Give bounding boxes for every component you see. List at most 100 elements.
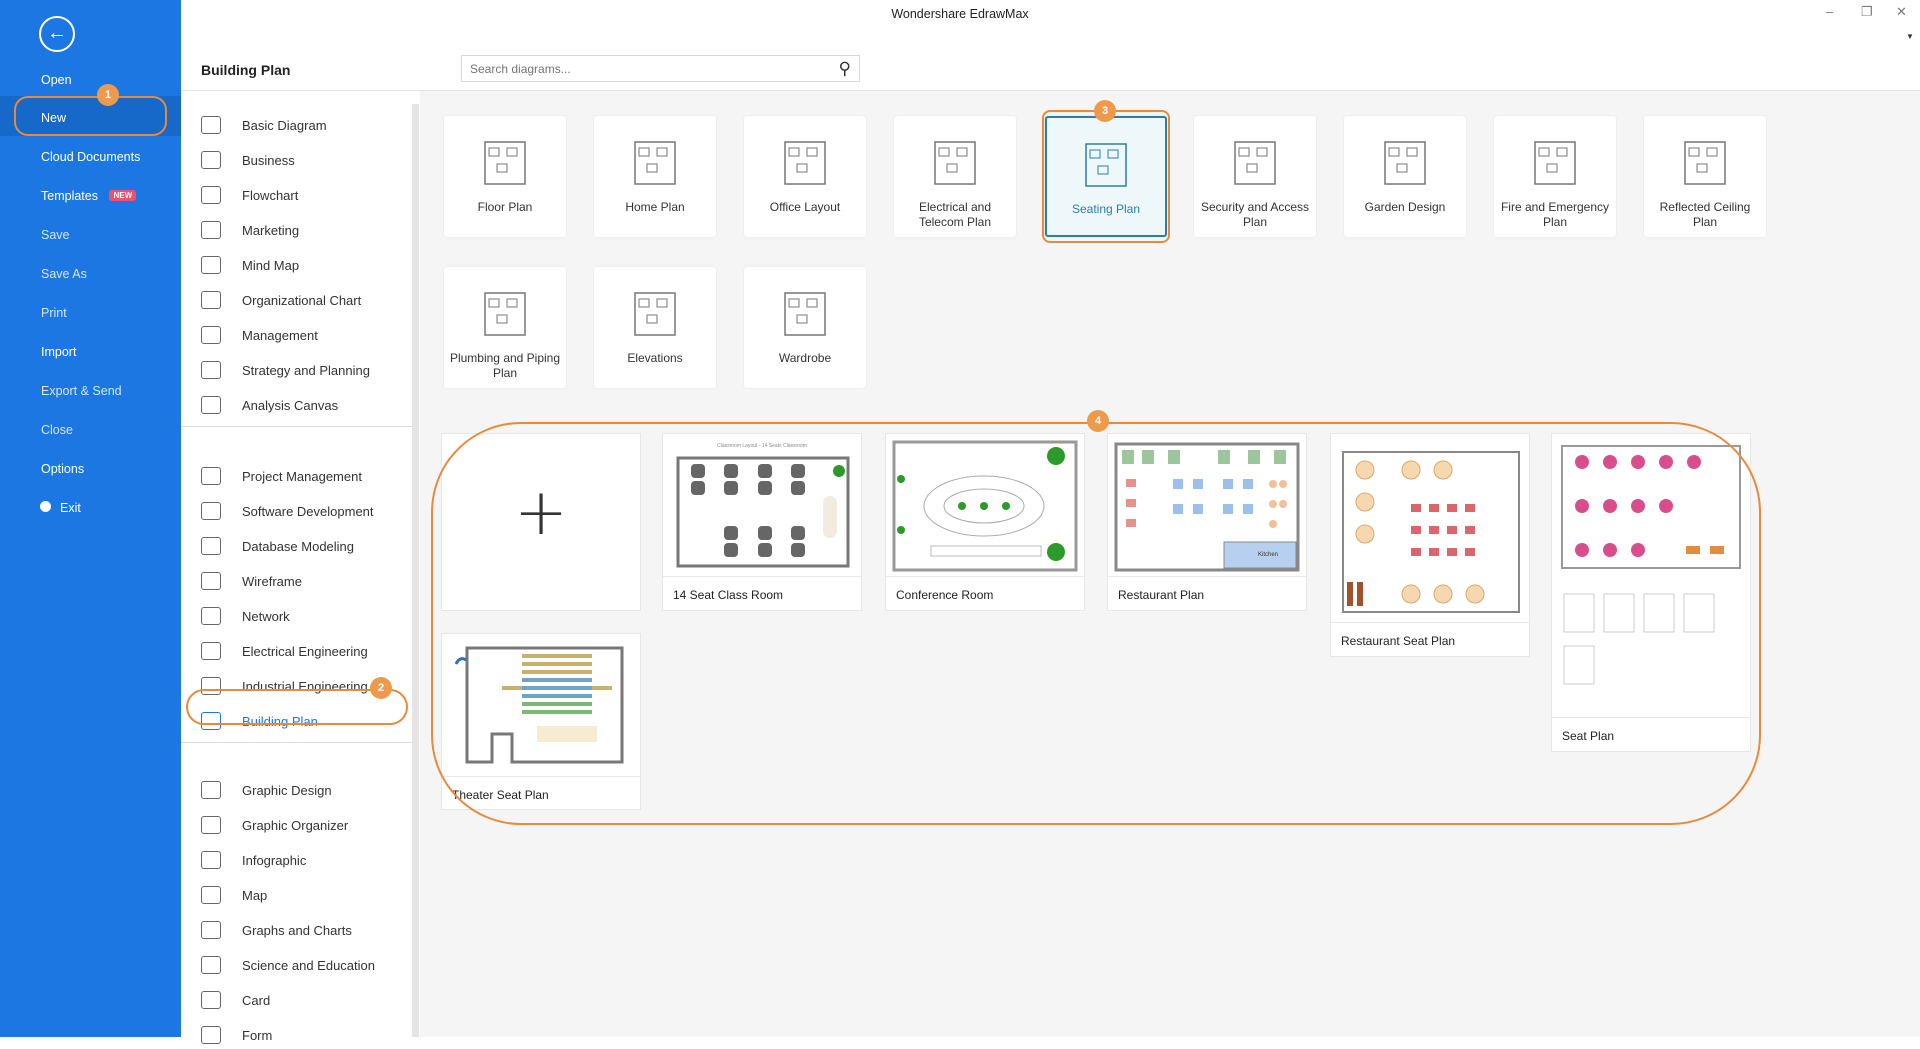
category-icon xyxy=(201,151,221,169)
category-item-marketing[interactable]: Marketing xyxy=(201,216,411,244)
diagram-type-label: Garden Design xyxy=(1364,200,1446,214)
category-item-basic-diagram[interactable]: Basic Diagram xyxy=(201,111,411,139)
diagram-type-label: Reflected Ceiling Plan xyxy=(1659,200,1751,229)
category-icon xyxy=(201,572,221,590)
search-icon[interactable]: ⚲ xyxy=(839,59,851,79)
category-label: Network xyxy=(242,608,290,624)
diagram-type-plumbing-and-piping-plan[interactable]: Plumbing and Piping Plan xyxy=(444,267,566,388)
category-icon xyxy=(201,256,221,274)
floorplan-icon xyxy=(784,141,826,185)
search-box[interactable]: ⚲ xyxy=(461,55,860,82)
category-item-business[interactable]: Business xyxy=(201,146,411,174)
diagram-type-security-and-access-plan[interactable]: Security and Access Plan xyxy=(1194,116,1316,237)
category-label: Graphs and Charts xyxy=(242,922,352,938)
nav-save-as[interactable]: Save As xyxy=(41,267,87,281)
category-label: Business xyxy=(242,152,295,168)
diagram-type-reflected-ceiling-plan[interactable]: Reflected Ceiling Plan xyxy=(1644,116,1766,237)
category-item-strategy-and-planning[interactable]: Strategy and Planning xyxy=(201,356,411,384)
category-item-database-modeling[interactable]: Database Modeling xyxy=(201,532,411,560)
close-window-button[interactable]: ✕ xyxy=(1896,4,1907,20)
category-item-infographic[interactable]: Infographic xyxy=(201,846,411,874)
panel-title: Building Plan xyxy=(201,62,291,78)
minimize-button[interactable]: – xyxy=(1826,4,1833,19)
category-icon xyxy=(201,1026,221,1044)
category-item-flowchart[interactable]: Flowchart xyxy=(201,181,411,209)
file-menu-sidebar: ← Open New 1 Cloud Documents Templates N… xyxy=(0,0,181,1037)
diagram-type-label: Office Layout xyxy=(769,200,841,214)
category-icon xyxy=(201,326,221,344)
category-item-software-development[interactable]: Software Development xyxy=(201,497,411,525)
diagram-type-office-layout[interactable]: Office Layout xyxy=(744,116,866,237)
step-4-badge: 4 xyxy=(1087,410,1109,432)
dropdown-arrow-icon[interactable]: ▼ xyxy=(1906,32,1914,41)
category-icon xyxy=(201,221,221,239)
category-icon xyxy=(201,886,221,904)
diagram-type-elevations[interactable]: Elevations xyxy=(594,267,716,388)
category-icon xyxy=(201,361,221,379)
diagram-type-label: Fire and Emergency Plan xyxy=(1500,200,1610,229)
diagram-type-label: Wardrobe xyxy=(778,351,832,365)
category-label: Graphic Organizer xyxy=(242,817,349,833)
category-item-project-management[interactable]: Project Management xyxy=(201,462,411,490)
category-icon xyxy=(201,956,221,974)
nav-options[interactable]: Options xyxy=(41,462,84,476)
nav-open[interactable]: Open xyxy=(41,73,72,87)
nav-close[interactable]: Close xyxy=(41,423,73,437)
category-item-graphs-and-charts[interactable]: Graphs and Charts xyxy=(201,916,411,944)
category-item-graphic-design[interactable]: Graphic Design xyxy=(201,776,411,804)
nav-export-send[interactable]: Export & Send xyxy=(41,384,122,398)
diagram-type-home-plan[interactable]: Home Plan xyxy=(594,116,716,237)
floorplan-icon xyxy=(1534,141,1576,185)
category-icon xyxy=(201,116,221,134)
category-item-card[interactable]: Card xyxy=(201,986,411,1014)
category-label: Analysis Canvas xyxy=(242,397,339,413)
nav-templates[interactable]: Templates NEW xyxy=(41,189,137,203)
step-1-highlight xyxy=(14,96,167,136)
category-icon xyxy=(201,851,221,869)
nav-exit[interactable]: Exit xyxy=(40,501,81,515)
category-item-management[interactable]: Management xyxy=(201,321,411,349)
search-input[interactable] xyxy=(470,61,839,76)
nav-cloud-documents[interactable]: Cloud Documents xyxy=(41,150,140,164)
nav-import[interactable]: Import xyxy=(41,345,76,359)
category-item-form[interactable]: Form xyxy=(201,1021,411,1049)
category-item-science-and-education[interactable]: Science and Education xyxy=(201,951,411,979)
restore-button[interactable]: ❐ xyxy=(1861,4,1873,20)
category-icon xyxy=(201,186,221,204)
category-label: Marketing xyxy=(242,222,300,238)
diagram-type-floor-plan[interactable]: Floor Plan xyxy=(444,116,566,237)
new-badge: NEW xyxy=(109,190,137,201)
category-item-network[interactable]: Network xyxy=(201,602,411,630)
diagram-type-electrical-and-telecom-plan[interactable]: Electrical and Telecom Plan xyxy=(894,116,1016,237)
step-2-badge: 2 xyxy=(370,677,392,699)
divider xyxy=(181,426,412,427)
diagram-type-garden-design[interactable]: Garden Design xyxy=(1344,116,1466,237)
category-item-graphic-organizer[interactable]: Graphic Organizer xyxy=(201,811,411,839)
back-button[interactable]: ← xyxy=(39,16,75,52)
category-label: Project Management xyxy=(242,468,362,484)
nav-print[interactable]: Print xyxy=(41,306,67,320)
category-item-mind-map[interactable]: Mind Map xyxy=(201,251,411,279)
floorplan-icon xyxy=(934,141,976,185)
category-item-analysis-canvas[interactable]: Analysis Canvas xyxy=(201,391,411,419)
floorplan-icon xyxy=(484,141,526,185)
category-label: Graphic Design xyxy=(242,782,332,798)
category-scrollbar[interactable] xyxy=(412,104,419,1037)
category-item-wireframe[interactable]: Wireframe xyxy=(201,567,411,595)
diagram-type-label: Electrical and Telecom Plan xyxy=(918,200,992,229)
floorplan-icon xyxy=(784,292,826,336)
category-icon xyxy=(201,502,221,520)
category-label: Electrical Engineering xyxy=(242,643,368,659)
diagram-type-fire-and-emergency-plan[interactable]: Fire and Emergency Plan xyxy=(1494,116,1616,237)
nav-save[interactable]: Save xyxy=(41,228,70,242)
diagram-type-wardrobe[interactable]: Wardrobe xyxy=(744,267,866,388)
divider xyxy=(181,742,412,743)
step-4-highlight xyxy=(431,422,1761,825)
step-3-highlight xyxy=(1042,110,1170,243)
category-item-organizational-chart[interactable]: Organizational Chart xyxy=(201,286,411,314)
category-label: Wireframe xyxy=(242,573,302,589)
category-item-electrical-engineering[interactable]: Electrical Engineering xyxy=(201,637,411,665)
category-panel: Building Plan Basic Diagram Business Flowc… xyxy=(181,0,412,1044)
templates-label: Templates xyxy=(41,189,98,203)
category-item-map[interactable]: Map xyxy=(201,881,411,909)
